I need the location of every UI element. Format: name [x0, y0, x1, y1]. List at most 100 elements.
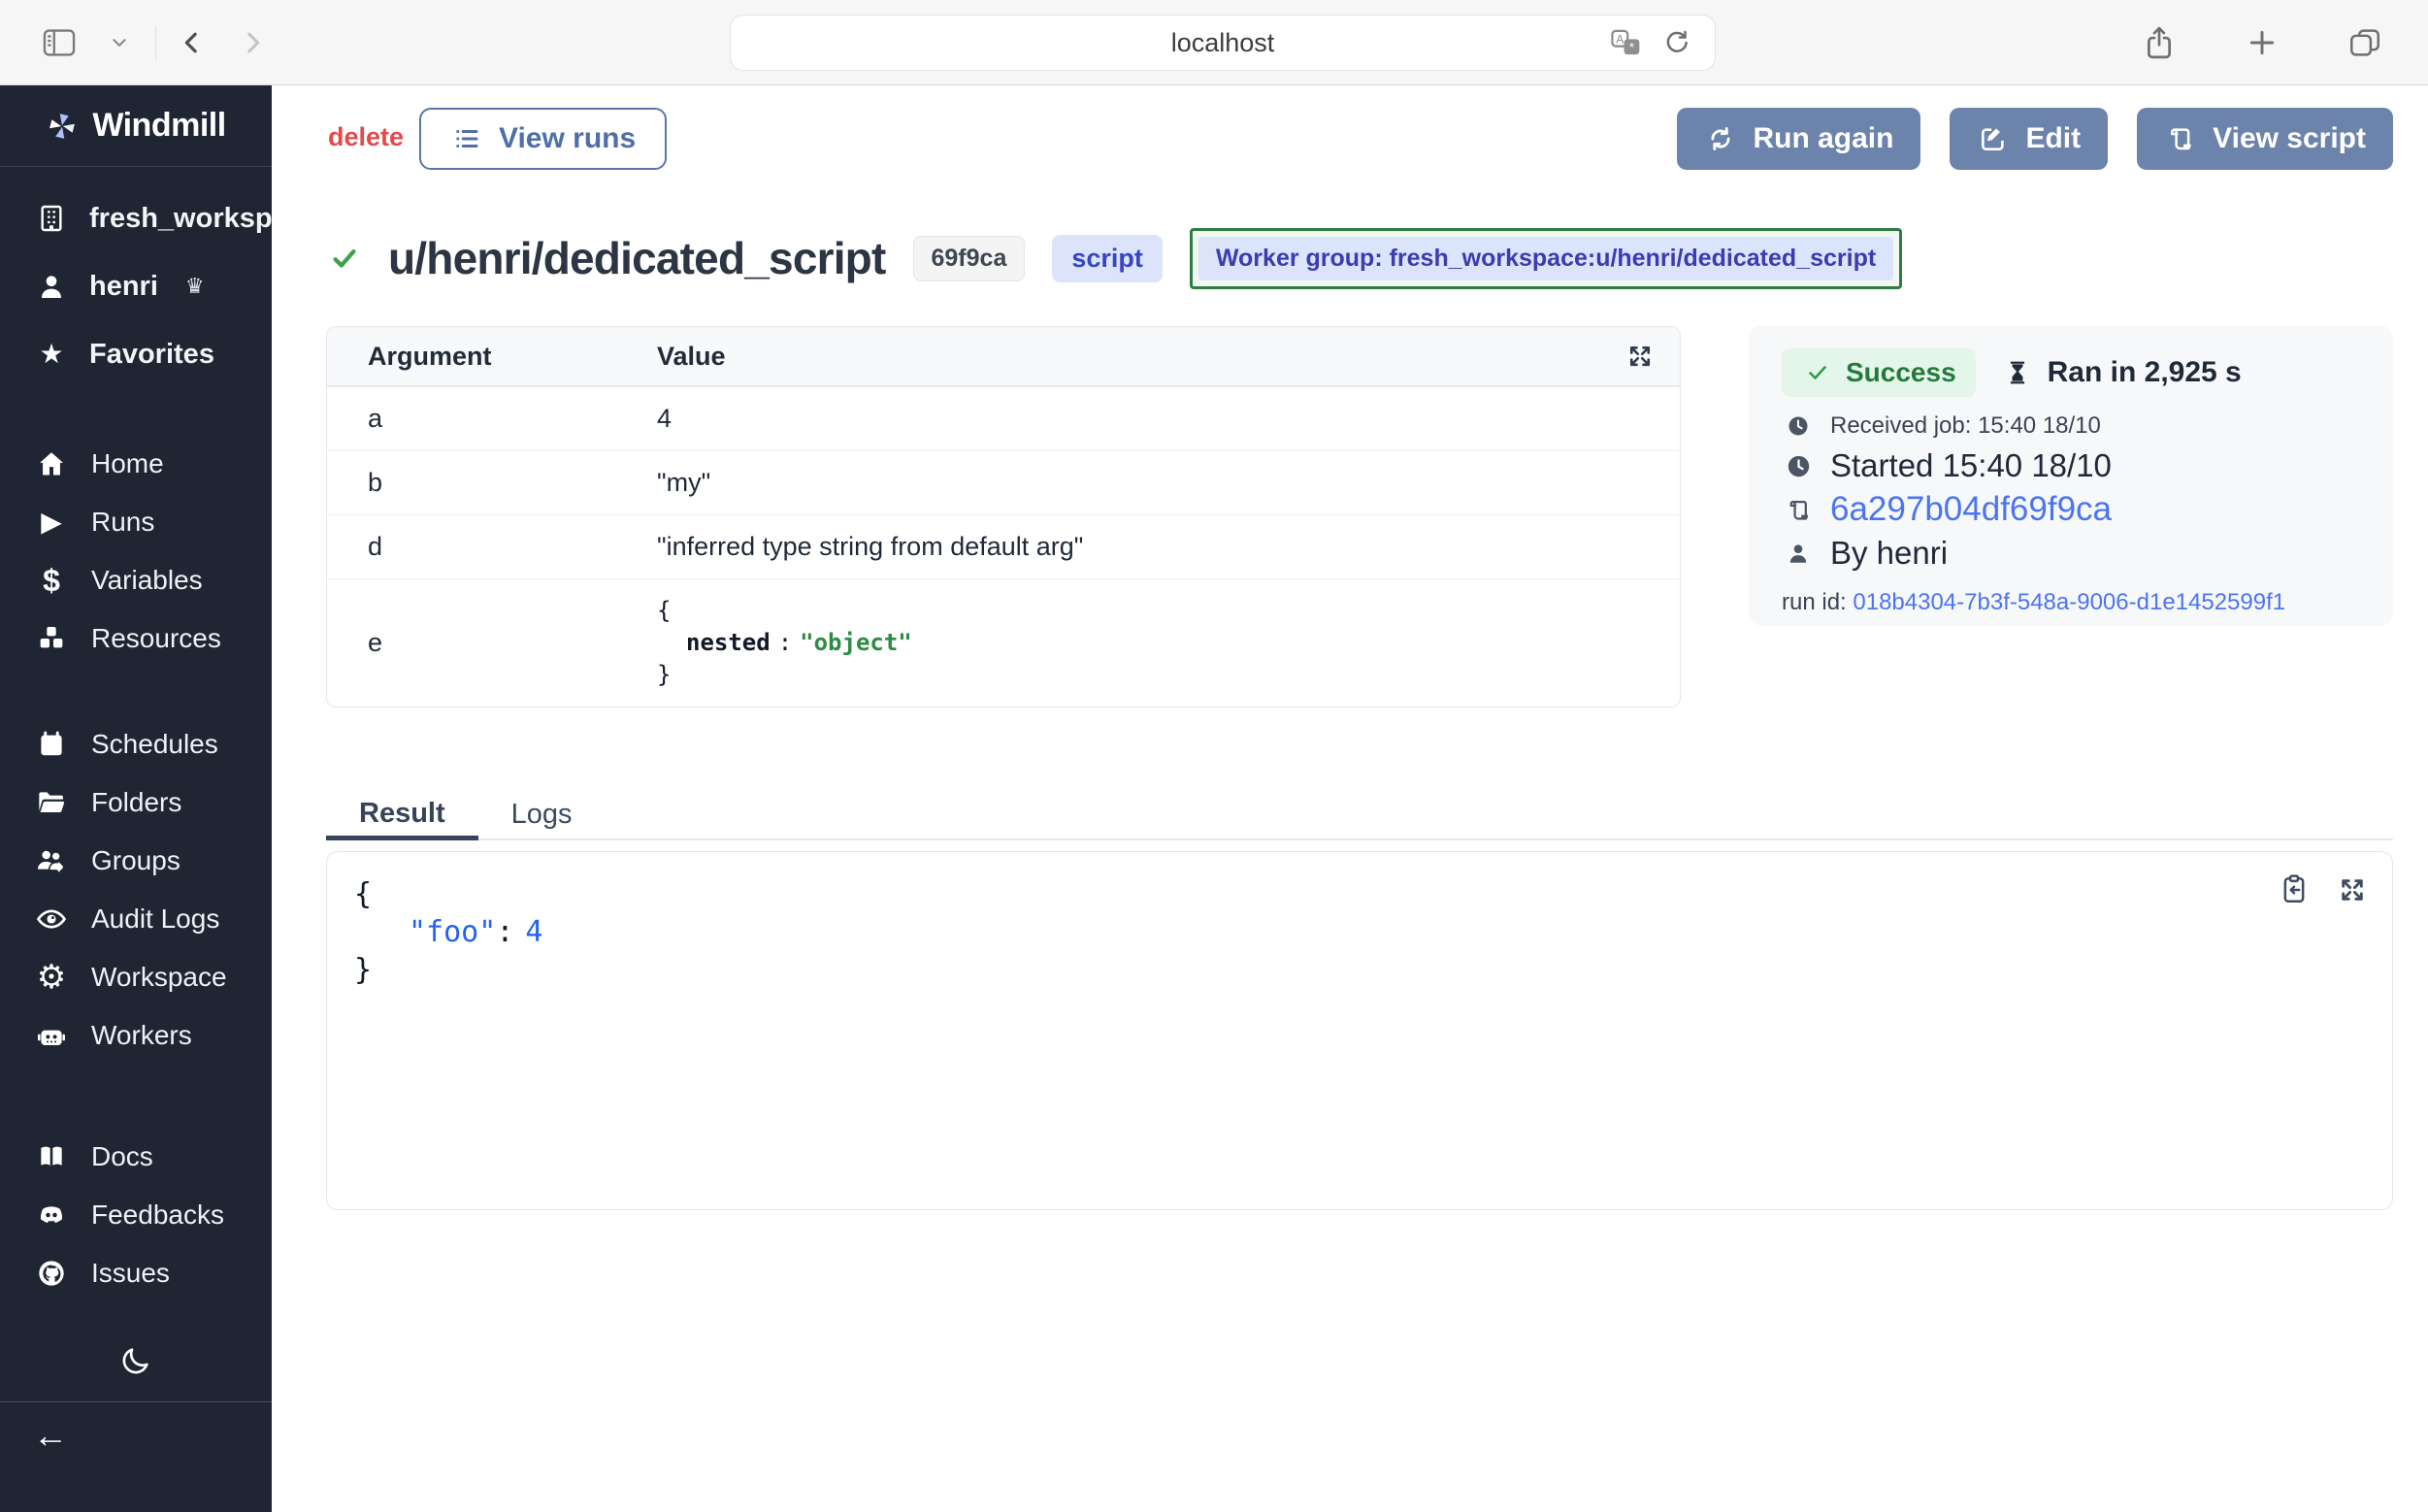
arguments-table: Argument Value a 4 [326, 326, 1681, 707]
run-id-link[interactable]: 018b4304-7b3f-548a-9006-d1e1452599f1 [1853, 589, 2285, 615]
run-toolbar: delete View runs [272, 108, 2428, 170]
new-tab-button[interactable] [2232, 27, 2292, 58]
result-json: { "foo":4 } [327, 852, 2392, 989]
status-badge: Success [1782, 348, 1976, 397]
sidebar-item-schedules[interactable]: Schedules [0, 715, 272, 773]
share-button[interactable] [2129, 23, 2189, 62]
sidebar-item-label: Groups [91, 845, 180, 876]
home-icon [35, 448, 68, 479]
sidebar-item-label: Variables [91, 565, 203, 596]
argument-name: a [327, 404, 657, 434]
sidebar-item-docs[interactable]: Docs [0, 1128, 272, 1186]
clock-icon [1782, 414, 1815, 438]
reload-button[interactable] [1657, 28, 1697, 57]
sidebar-item-groups[interactable]: Groups [0, 832, 272, 890]
sidebar-item-variables[interactable]: $ Variables [0, 551, 272, 609]
book-icon [35, 1141, 68, 1172]
page-title: u/henri/dedicated_script [388, 232, 886, 284]
dollar-icon: $ [35, 565, 68, 596]
run-duration: Ran in 2,925 s [2001, 356, 2242, 389]
argument-value: 4 [657, 404, 1680, 434]
edit-button[interactable]: Edit [1950, 108, 2108, 170]
browser-sidebar-chevron-button[interactable] [89, 32, 149, 53]
address-bar-url[interactable]: localhost [1171, 28, 1275, 58]
sidebar-item-label: Folders [91, 787, 181, 818]
tab-overview-button[interactable] [2335, 26, 2395, 59]
user-name: henri [89, 271, 158, 303]
sidebar-user-menu[interactable]: henri ♛ [0, 252, 272, 320]
started-label: Started 15:40 18/10 [1830, 447, 2112, 484]
admin-crown-icon: ♛ [185, 274, 205, 299]
browser-sidebar-toggle-button[interactable] [29, 26, 89, 59]
run-again-button[interactable]: Run again [1677, 108, 1920, 170]
sidebar-collapse-button[interactable]: ← [0, 1401, 272, 1468]
sidebar-item-favorites[interactable]: ★ Favorites [0, 320, 272, 388]
column-header-argument: Argument [327, 342, 657, 372]
view-runs-label: View runs [499, 122, 636, 155]
received-job-row: Received job: 15:40 18/10 [1782, 412, 2360, 440]
edit-pencil-icon [1977, 124, 2010, 153]
star-icon: ★ [35, 341, 68, 368]
dark-mode-toggle[interactable] [0, 1331, 272, 1390]
worker-group-badge[interactable]: Worker group: fresh_workspace:u/henri/de… [1190, 228, 1902, 289]
clock-icon [1782, 453, 1815, 479]
delete-button[interactable]: delete [328, 122, 404, 152]
sidebar-item-feedbacks[interactable]: Feedbacks [0, 1186, 272, 1244]
app-title: Windmill [92, 107, 225, 145]
view-runs-button[interactable]: View runs [419, 108, 667, 170]
arguments-table-header: Argument Value [327, 327, 1680, 386]
address-bar[interactable]: localhost A * [730, 15, 1716, 71]
script-kind-badge: script [1052, 235, 1163, 282]
chevron-down-icon [103, 32, 136, 53]
browser-back-button[interactable] [162, 26, 222, 59]
translate-button[interactable]: A * [1606, 28, 1647, 57]
argument-value: "inferred type string from default arg" [657, 532, 1680, 562]
arrow-left-icon: ← [33, 1418, 68, 1453]
sidebar-item-folders[interactable]: Folders [0, 773, 272, 832]
argument-name: e [327, 628, 657, 658]
sidebar-item-runs[interactable]: ▶ Runs [0, 493, 272, 551]
back-arrow-icon [176, 26, 209, 59]
job-id-link[interactable]: 6a297b04df69f9ca [1830, 490, 2112, 529]
sidebar-item-label: Feedbacks [91, 1200, 224, 1231]
run-info-card: Success Ran in 2,925 s Received jo [1749, 325, 2393, 626]
eye-icon [35, 903, 68, 936]
script-hash-badge[interactable]: 69f9ca [913, 236, 1026, 281]
github-icon [35, 1258, 68, 1289]
expand-icon [1624, 342, 1657, 371]
svg-text:A: A [1616, 33, 1624, 47]
object-open-brace: { [657, 595, 1680, 627]
clipboard-copy-icon [2278, 873, 2311, 906]
sidebar-item-issues[interactable]: Issues [0, 1244, 272, 1302]
sidebar-item-workspace[interactable]: ⚙ Workspace [0, 948, 272, 1006]
windmill-logo[interactable]: Windmill [0, 85, 272, 167]
scroll-icon [1782, 497, 1815, 523]
view-script-button[interactable]: View script [2137, 108, 2393, 170]
tab-logs[interactable]: Logs [478, 791, 606, 838]
expand-result-button[interactable] [2336, 873, 2369, 906]
sidebar-item-audit-logs[interactable]: Audit Logs [0, 890, 272, 948]
started-row: Started 15:40 18/10 [1782, 447, 2360, 484]
hourglass-icon [2001, 358, 2034, 387]
tab-result[interactable]: Result [326, 791, 478, 840]
forward-arrow-icon [236, 26, 269, 59]
cubes-icon [35, 623, 68, 654]
run-duration-label: Ran in 2,925 s [2048, 356, 2242, 389]
object-key: nested [686, 629, 771, 656]
browser-toolbar: localhost A * [0, 0, 2428, 85]
sidebar-item-home[interactable]: Home [0, 435, 272, 493]
sidebar-item-label: Workspace [91, 962, 227, 993]
app-sidebar: Windmill fresh_worksp... [0, 85, 272, 1512]
by-label: By henri [1830, 535, 1948, 572]
folder-open-icon [35, 787, 68, 818]
copy-result-button[interactable] [2278, 873, 2311, 906]
sidebar-item-label: Resources [91, 623, 221, 654]
expand-arguments-button[interactable] [1620, 338, 1660, 375]
sidebar-workspace-selector[interactable]: fresh_worksp... [0, 184, 272, 252]
browser-forward-button[interactable] [222, 26, 282, 59]
groups-icon [35, 845, 68, 876]
sidebar-item-workers[interactable]: Workers [0, 1006, 272, 1065]
edit-label: Edit [2025, 122, 2081, 155]
sidebar-item-resources[interactable]: Resources [0, 609, 272, 668]
app-window: localhost A * [0, 0, 2428, 1512]
